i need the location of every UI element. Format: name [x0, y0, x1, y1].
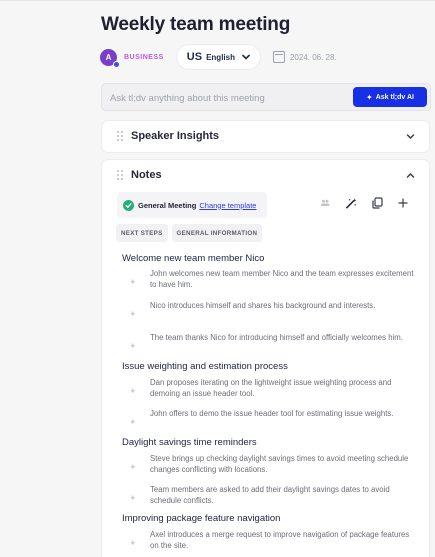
template-name: General Meeting [138, 200, 197, 210]
ask-ai-button-label: Ask tl;dv AI [375, 93, 414, 101]
page-title: Weekly team meeting [101, 14, 291, 35]
tab-next-steps[interactable]: NEXT STEPS [116, 224, 168, 242]
notes-card: Notes General Meeting Change template NE… [101, 159, 430, 557]
ask-ai-bar: ✦ Ask tl;dv AI [101, 83, 431, 111]
speaker-insights-title: Speaker Insights [131, 130, 220, 142]
copy-icon[interactable] [371, 197, 383, 209]
note-item-text: Dan proposes iterating on the lightweigh… [150, 378, 392, 398]
notes-section-title: Issue weighting and estimation process [122, 361, 288, 372]
sparkle-icon: ✦ [129, 538, 137, 548]
sparkle-icon: ✦ [129, 341, 137, 351]
avatar-letter: A [105, 52, 112, 62]
ask-ai-input[interactable] [110, 90, 340, 106]
chevron-down-icon[interactable] [406, 133, 415, 140]
avatar-badge-icon [113, 60, 120, 68]
sparkle-icon: ✦ [129, 277, 137, 287]
sparkle-icon: ✦ [366, 92, 373, 102]
notes-tabs: NEXT STEPS GENERAL INFORMATION [116, 224, 263, 242]
notes-section-title: Welcome new team member Nico [122, 253, 265, 264]
sparkle-icon: ✦ [129, 417, 137, 427]
speaker-insights-card[interactable]: Speaker Insights [101, 120, 430, 153]
chevron-down-icon [242, 54, 250, 60]
note-item-text: Axel introduces a merge request to impro… [150, 530, 410, 550]
calendar-icon [272, 51, 285, 63]
note-item-text: Team members are asked to add their dayl… [150, 485, 390, 505]
meeting-meta-row: A BUSINESS US English 2024. 06. 28. [100, 45, 337, 69]
chevron-up-icon[interactable] [406, 172, 415, 179]
sparkle-icon: ✦ [129, 493, 137, 503]
change-template-link[interactable]: Change template [199, 201, 256, 210]
note-item-text: John offers to demo the issue header too… [150, 409, 394, 418]
plus-icon[interactable] [397, 197, 409, 209]
note-item-text: Steve brings up checking daylight saving… [150, 454, 409, 474]
notes-title: Notes [131, 169, 162, 181]
drag-handle-icon[interactable] [117, 131, 123, 141]
drag-handle-icon[interactable] [117, 170, 123, 180]
check-circle-icon [123, 199, 134, 211]
workspace-badge: BUSINESS [124, 53, 164, 61]
ask-ai-button[interactable]: ✦ Ask tl;dv AI [353, 87, 427, 107]
template-selector: General Meeting Change template [117, 192, 267, 218]
notes-toolbar [319, 197, 409, 209]
people-icon[interactable] [319, 197, 331, 209]
avatar[interactable]: A [100, 48, 120, 68]
tab-general-information[interactable]: GENERAL INFORMATION [171, 224, 263, 242]
sparkle-icon: ✦ [129, 386, 137, 396]
note-item-text: John welcomes new team member Nico and t… [150, 269, 414, 289]
language-name: English [206, 52, 235, 62]
notes-section-title: Improving package feature navigation [122, 513, 281, 524]
magic-wand-icon[interactable] [345, 197, 357, 209]
language-selector[interactable]: US English [176, 45, 260, 69]
note-item-text: Nico introduces himself and shares his b… [150, 301, 376, 310]
meeting-date: 2024. 06. 28. [289, 52, 337, 62]
notes-section-title: Daylight savings time reminders [122, 437, 257, 448]
sparkle-icon: ✦ [129, 462, 137, 472]
sparkle-icon: ✦ [129, 309, 137, 319]
note-item-text: The team thanks Nico for introducing him… [150, 333, 403, 342]
language-code: US [186, 51, 203, 63]
top-divider [0, 0, 435, 1]
